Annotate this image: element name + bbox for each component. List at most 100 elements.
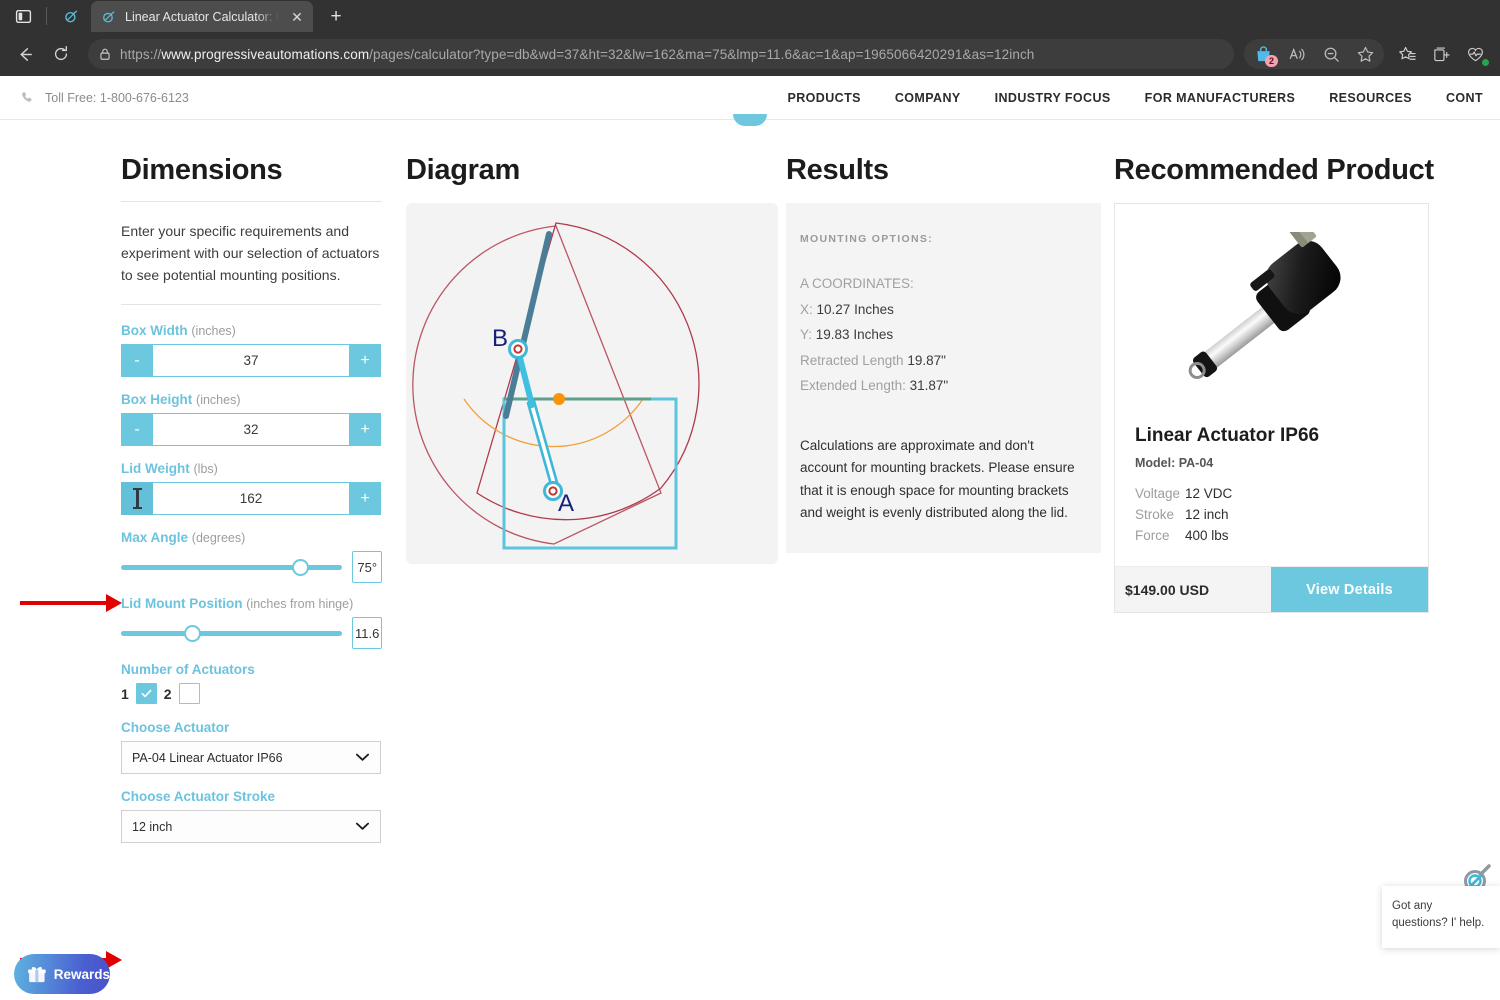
back-icon[interactable]	[8, 39, 42, 69]
toll-free-number: Toll Free: 1-800-676-6123	[45, 90, 189, 105]
annotation-arrow-lid-weight	[20, 594, 122, 612]
results-column: Results MOUNTING OPTIONS: A COORDINATES:…	[774, 154, 1114, 858]
site-header: Toll Free: 1-800-676-6123 PRODUCTS COMPA…	[0, 76, 1500, 126]
a-coordinates-heading: A COORDINATES:	[800, 276, 914, 291]
nav-item-company[interactable]: COMPANY	[878, 91, 978, 105]
choose-actuator-label: Choose Actuator	[121, 720, 230, 735]
zoom-out-icon[interactable]	[1314, 39, 1348, 69]
lid-weight-label: Lid Weight (lbs)	[121, 461, 218, 476]
text-cursor-icon	[132, 488, 142, 509]
mounting-options-heading: MOUNTING OPTIONS:	[800, 233, 933, 245]
diagram-label-a: A	[558, 490, 574, 517]
actuator-geometry-diagram: B A	[412, 222, 700, 550]
shopping-bag-badge: 2	[1265, 55, 1278, 67]
recommended-product-title: Recommended Product	[1114, 154, 1434, 186]
url-text: https://www.progressiveautomations.com/p…	[120, 46, 1035, 62]
lid-weight-stepper: +	[121, 482, 381, 515]
choose-actuator-select-wrap: PA-04 Linear Actuator IP66	[121, 741, 381, 774]
tab-actions-icon[interactable]	[4, 1, 42, 31]
slider-track	[121, 630, 343, 636]
collections-star-list-icon[interactable]	[1390, 39, 1424, 69]
nav-item-for-manufacturers[interactable]: FOR MANUFACTURERS	[1128, 91, 1313, 105]
lid-weight-input[interactable]	[153, 482, 349, 515]
results-disclaimer: Calculations are approximate and don't a…	[800, 437, 1075, 521]
box-width-increment-button[interactable]: +	[349, 344, 381, 377]
site-favicon-icon	[103, 10, 115, 23]
box-width-decrement-button[interactable]: -	[121, 344, 153, 377]
max-angle-label: Max Angle (degrees)	[121, 530, 246, 545]
dimensions-title: Dimensions	[121, 154, 283, 186]
close-icon[interactable]: ✕	[287, 7, 307, 27]
box-width-input[interactable]	[153, 344, 349, 377]
box-height-input[interactable]	[153, 413, 349, 446]
extended-length-row: Extended Length: 31.87"	[800, 378, 949, 393]
choose-actuator-stroke-select[interactable]: 12 inch	[121, 810, 381, 843]
product-footer: $149.00 USD View Details	[1115, 566, 1428, 612]
choose-actuator-stroke-label: Choose Actuator Stroke	[121, 789, 276, 804]
tab-title: Linear Actuator Calculator: Force	[125, 9, 279, 24]
box-height-increment-button[interactable]: +	[349, 413, 381, 446]
product-image	[1115, 204, 1428, 419]
box-height-stepper: - +	[121, 413, 381, 446]
max-angle-slider[interactable]	[121, 555, 343, 579]
spec-voltage: Voltage 12 VDC	[1135, 486, 1233, 501]
favorites-star-icon[interactable]	[1348, 39, 1382, 69]
read-aloud-icon[interactable]	[1280, 39, 1314, 69]
new-tab-button[interactable]: +	[321, 2, 351, 30]
diagram-canvas: B A	[406, 203, 778, 564]
health-monitor-icon[interactable]	[1458, 39, 1492, 69]
diagram-label-b: B	[492, 325, 508, 352]
actuators-option-two-label: 2	[163, 685, 172, 702]
choose-actuator-select[interactable]: PA-04 Linear Actuator IP66	[121, 741, 381, 774]
lid-mount-point	[553, 393, 565, 405]
coordinate-x-row: X: 10.27 Inches	[800, 301, 894, 317]
chrome-divider	[46, 7, 47, 25]
phone-icon	[22, 92, 32, 102]
dimensions-column: Dimensions Enter your specific requireme…	[0, 154, 382, 858]
number-of-actuators-group: 1 2	[121, 683, 382, 704]
lid-weight-decrement-button[interactable]	[121, 482, 153, 515]
add-to-collections-icon[interactable]	[1424, 39, 1458, 69]
main-navigation: PRODUCTS COMPANY INDUSTRY FOCUS FOR MANU…	[771, 91, 1500, 105]
lid-weight-increment-button[interactable]: +	[349, 482, 381, 515]
choose-actuator-stroke-select-wrap: 12 inch	[121, 810, 381, 843]
diagram-column: Diagram B A	[382, 154, 778, 858]
toll-free-block: Toll Free: 1-800-676-6123	[20, 90, 189, 105]
recommended-product-column: Recommended Product Linear Actuator IP66…	[1114, 154, 1479, 858]
max-angle-value[interactable]: 75°	[352, 551, 382, 583]
view-details-button[interactable]: View Details	[1271, 567, 1428, 612]
shopping-bag-icon[interactable]: 2	[1246, 39, 1280, 69]
check-icon	[141, 689, 152, 698]
nav-item-resources[interactable]: RESOURCES	[1312, 91, 1429, 105]
actuators-two-checkbox[interactable]	[178, 683, 200, 704]
spec-stroke: Stroke 12 inch	[1135, 507, 1229, 522]
browser-tab-active[interactable]: Linear Actuator Calculator: Force ✕	[91, 1, 313, 32]
lid-mount-position-value[interactable]: 11.6	[352, 617, 382, 649]
browser-navbar: https://www.progressiveautomations.com/p…	[0, 32, 1500, 76]
linear-actuator-image-icon	[1188, 231, 1341, 379]
max-angle-slider-thumb[interactable]	[292, 558, 310, 576]
address-bar[interactable]: https://www.progressiveautomations.com/p…	[88, 39, 1234, 69]
diagram-title: Diagram	[406, 154, 520, 186]
browser-chrome: Linear Actuator Calculator: Force ✕ + ht…	[0, 0, 1500, 76]
product-card[interactable]: Linear Actuator IP66 Model: PA-04 Voltag…	[1114, 203, 1429, 613]
page-content: Toll Free: 1-800-676-6123 PRODUCTS COMPA…	[0, 76, 1500, 1000]
nav-item-products[interactable]: PRODUCTS	[771, 91, 878, 105]
chat-message-bubble[interactable]: Got any questions? I' help.	[1382, 886, 1500, 948]
lid-mount-position-slider-thumb[interactable]	[183, 624, 201, 642]
box-height-decrement-button[interactable]: -	[121, 413, 153, 446]
number-of-actuators-label: Number of Actuators	[121, 662, 255, 677]
lid-mount-position-slider[interactable]	[121, 621, 343, 645]
nav-item-industry-focus[interactable]: INDUSTRY FOCUS	[978, 91, 1128, 105]
lid-mount-position-row: 11.6	[121, 617, 382, 649]
actuators-option-one-label: 1	[121, 685, 129, 702]
nav-item-contact[interactable]: CONT	[1429, 91, 1500, 105]
pinned-tab[interactable]	[51, 1, 91, 32]
tab-strip: Linear Actuator Calculator: Force ✕ +	[0, 0, 1500, 32]
actuators-one-checkbox[interactable]	[135, 683, 157, 704]
reload-icon[interactable]	[44, 39, 78, 69]
product-details: Linear Actuator IP66 Model: PA-04 Voltag…	[1115, 419, 1428, 566]
retracted-length-row: Retracted Length 19.87"	[800, 352, 946, 368]
product-price: $149.00 USD	[1115, 567, 1271, 612]
lock-icon	[100, 48, 110, 60]
